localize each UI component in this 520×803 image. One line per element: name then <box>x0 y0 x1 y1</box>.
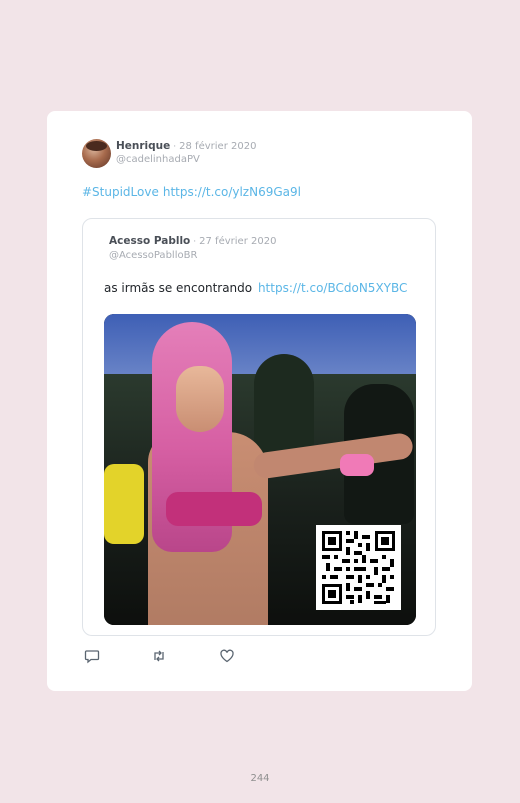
avatar[interactable] <box>82 139 111 168</box>
quoted-date[interactable]: 27 février 2020 <box>199 236 276 247</box>
quoted-author-handle[interactable]: @AcessoPablloBR <box>109 250 197 261</box>
main-figure-cuff <box>340 454 374 476</box>
hashtag-link[interactable]: #StupidLove <box>82 185 159 199</box>
tweet-link[interactable]: https://t.co/ylzN69Ga9l <box>163 185 301 199</box>
background-figure <box>104 464 144 544</box>
media-image[interactable] <box>104 314 416 625</box>
retweet-icon[interactable] <box>151 648 167 664</box>
main-figure-top <box>166 492 262 526</box>
separator: · <box>193 237 197 247</box>
reply-icon[interactable] <box>84 648 100 664</box>
separator: · <box>173 142 177 152</box>
quoted-text-body: as irmãs se encontrando <box>104 281 253 295</box>
author-name[interactable]: Henrique <box>116 140 170 152</box>
quoted-tweet[interactable]: Acesso Pabllo · 27 février 2020 @AcessoPab… <box>82 218 436 636</box>
author-handle[interactable]: @cadelinhadaPV <box>116 154 200 165</box>
quoted-author-name[interactable]: Acesso Pabllo <box>109 235 190 247</box>
tweet-header: Henrique · 28 février 2020 <box>116 140 256 152</box>
tweet-date[interactable]: 28 février 2020 <box>179 141 256 152</box>
quoted-link[interactable]: https://t.co/BCdoN5XYBC <box>258 281 407 295</box>
like-icon[interactable] <box>219 648 235 664</box>
quoted-header: Acesso Pabllo · 27 février 2020 <box>109 235 276 247</box>
main-figure-face <box>176 366 224 432</box>
tweet-card: Henrique · 28 février 2020 @cadelinhadaPV … <box>47 111 472 691</box>
tweet-text: #StupidLove https://t.co/ylzN69Ga9l <box>82 185 305 199</box>
page-number: 244 <box>250 773 270 784</box>
qr-code <box>316 525 401 610</box>
quoted-text: as irmãs se encontrando https://t.co/BCd… <box>104 281 407 295</box>
